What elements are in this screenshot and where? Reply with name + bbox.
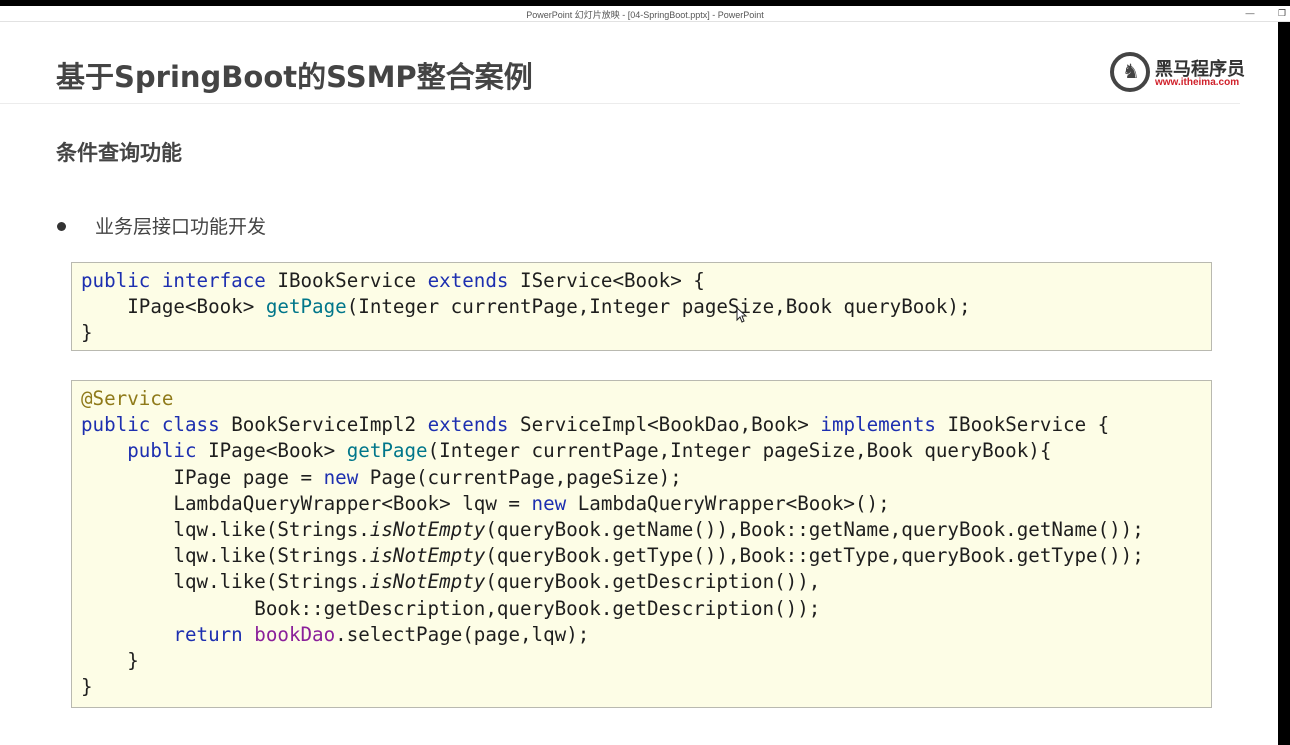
- window-title: PowerPoint 幻灯片放映 - [04-SpringBoot.pptx] …: [526, 10, 764, 20]
- code-line: IPage page = new Page(currentPage,pageSi…: [81, 465, 682, 489]
- bullet-text: 业务层接口功能开发: [95, 216, 267, 238]
- code-line: LambdaQueryWrapper<Book> lqw = new Lambd…: [81, 491, 890, 515]
- section-heading: 条件查询功能: [56, 141, 182, 165]
- minimize-icon[interactable]: —: [1243, 7, 1257, 20]
- slide-title: 基于SpringBoot的SSMP整合案例: [56, 60, 533, 94]
- slide-canvas[interactable]: 基于SpringBoot的SSMP整合案例 ♞ 黑马程序员 www.itheim…: [0, 22, 1278, 745]
- logo-url: www.itheima.com: [1155, 77, 1240, 88]
- horse-logo-icon: ♞: [1110, 52, 1150, 92]
- code-line: }: [81, 648, 139, 672]
- code-line: lqw.like(Strings.isNotEmpty(queryBook.ge…: [81, 517, 1144, 541]
- code-line: lqw.like(Strings.isNotEmpty(queryBook.ge…: [81, 570, 821, 594]
- brand-logo: ♞ 黑马程序员 www.itheima.com: [1110, 52, 1250, 94]
- interface-code-block: public interface IBookService extends IS…: [71, 262, 1212, 351]
- bullet-dot-icon: [57, 222, 66, 231]
- impl-code-block: @Service public class BookServiceImpl2 e…: [71, 380, 1212, 708]
- code-line: lqw.like(Strings.isNotEmpty(queryBook.ge…: [81, 544, 1144, 568]
- window-title-bar: PowerPoint 幻灯片放映 - [04-SpringBoot.pptx] …: [0, 6, 1290, 22]
- code-line: return bookDao.selectPage(page,lqw);: [173, 622, 590, 646]
- code-line: }: [81, 675, 93, 699]
- code-line: public IPage<Book> getPage(Integer curre…: [127, 439, 1052, 463]
- code-line: public interface IBookService extends IS…: [81, 269, 705, 292]
- code-line: }: [81, 321, 93, 345]
- code-line: @Service: [81, 387, 174, 410]
- code-line: IPage<Book> getPage(Integer currentPage,…: [127, 295, 971, 319]
- title-divider: [0, 103, 1240, 104]
- restore-icon[interactable]: ❐: [1275, 7, 1289, 20]
- right-black-strip: [1278, 22, 1290, 745]
- code-line: Book::getDescription,queryBook.getDescri…: [81, 596, 821, 620]
- mouse-pointer-icon: [736, 306, 748, 325]
- code-line: public class BookServiceImpl2 extends Se…: [81, 413, 1110, 437]
